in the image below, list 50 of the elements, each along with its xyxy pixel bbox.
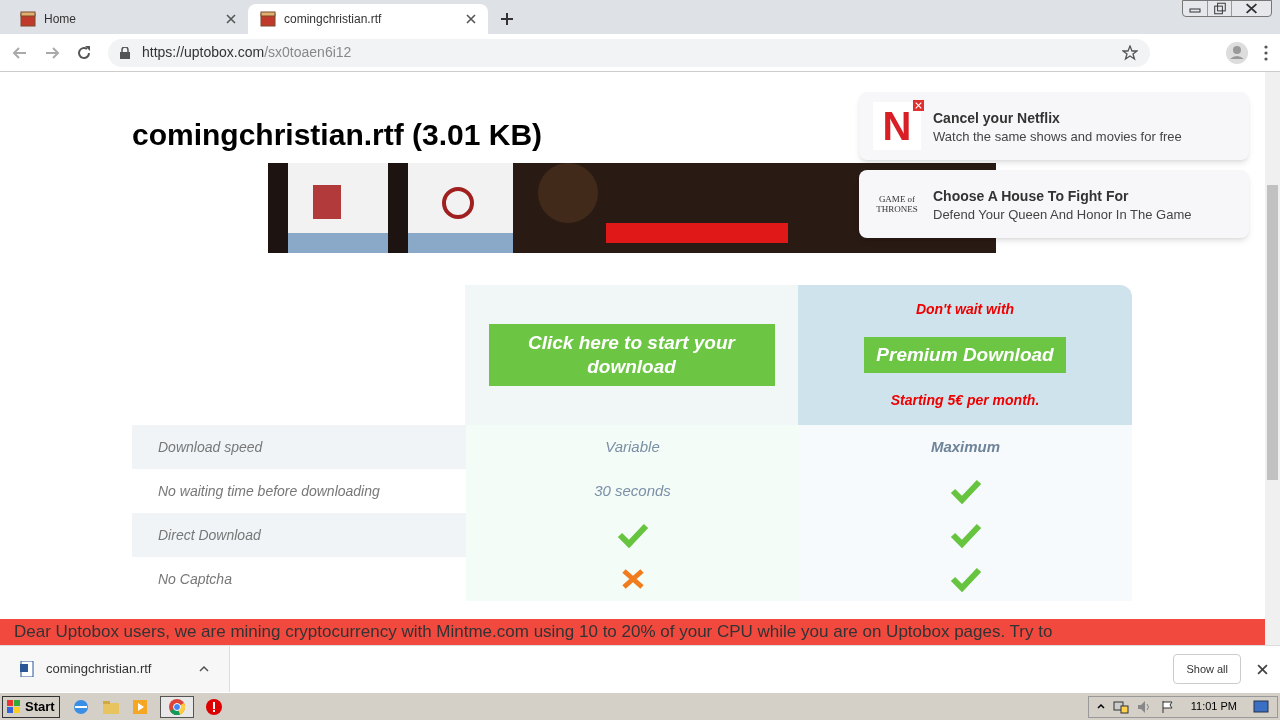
flag-icon[interactable] [1160, 699, 1175, 714]
star-icon[interactable] [1122, 44, 1138, 61]
network-icon[interactable] [1112, 699, 1129, 714]
check-icon [949, 566, 982, 592]
check-icon [616, 522, 649, 548]
browser-tab[interactable]: comingchristian.rtf [248, 4, 488, 34]
box-icon [20, 11, 36, 27]
check-icon [949, 478, 982, 504]
notification-body: Defend Your Queen And Honor In The Game [933, 206, 1193, 223]
caret-icon [199, 666, 209, 672]
feature-label: No Captcha [158, 569, 232, 589]
clock: 11:01 PM [1189, 699, 1238, 715]
chrome-icon[interactable] [168, 698, 185, 715]
avatar-icon[interactable] [1226, 41, 1248, 64]
cross-icon [620, 569, 645, 589]
new-tab-icon[interactable] [500, 12, 514, 26]
document-icon [20, 661, 34, 677]
notification-title: Cancel your Netflix [933, 108, 1061, 128]
notification-body: Watch the same shows and movies for free [933, 128, 1183, 145]
close-icon[interactable] [1257, 663, 1268, 675]
show-all-button[interactable]: Show all [1173, 654, 1241, 684]
page-title: comingchristian.rtf (3.01 KB) [132, 117, 543, 153]
notification-title: Choose A House To Fight For [933, 186, 1130, 206]
cell-text: Maximum [930, 436, 1001, 457]
lock-icon [120, 46, 130, 59]
box-icon [260, 11, 276, 27]
check-icon [949, 522, 982, 548]
feature-label: Direct Download [158, 525, 261, 545]
cell-text: Variable [605, 436, 660, 457]
logo: GAME of THRONES [875, 194, 919, 214]
scrollbar[interactable] [1265, 72, 1280, 645]
reload-icon[interactable] [76, 44, 92, 61]
logo: N [873, 102, 921, 150]
browser-icon[interactable] [71, 697, 90, 716]
download-item[interactable]: comingchristian.rtf [0, 646, 230, 692]
price-text: Starting 5€ per month. [890, 391, 1040, 410]
notification-card[interactable]: N Cancel your Netflix Watch the same shows and movies for free [859, 92, 1249, 160]
close-icon[interactable] [226, 14, 236, 24]
windows-logo-icon [7, 699, 21, 714]
menu-icon[interactable] [1264, 44, 1268, 61]
desktop-icon[interactable] [1253, 699, 1269, 714]
close-icon[interactable] [466, 14, 476, 24]
chevron-up-icon[interactable] [1096, 702, 1105, 711]
feature-label: No waiting time before downloading [158, 481, 380, 501]
notification-card[interactable]: GAME of THRONES Choose A House To Fight For Defend Your Queen And Honor In The Game [859, 170, 1249, 238]
feature-label: Download speed [158, 437, 263, 457]
cell-text: 30 seconds [594, 480, 671, 501]
premium-tagline: Don't wait with [915, 300, 1015, 319]
address-bar[interactable]: https://uptobox.com/sx0toaen6i12 [108, 38, 1150, 67]
start-button[interactable]: Start [2, 695, 60, 718]
